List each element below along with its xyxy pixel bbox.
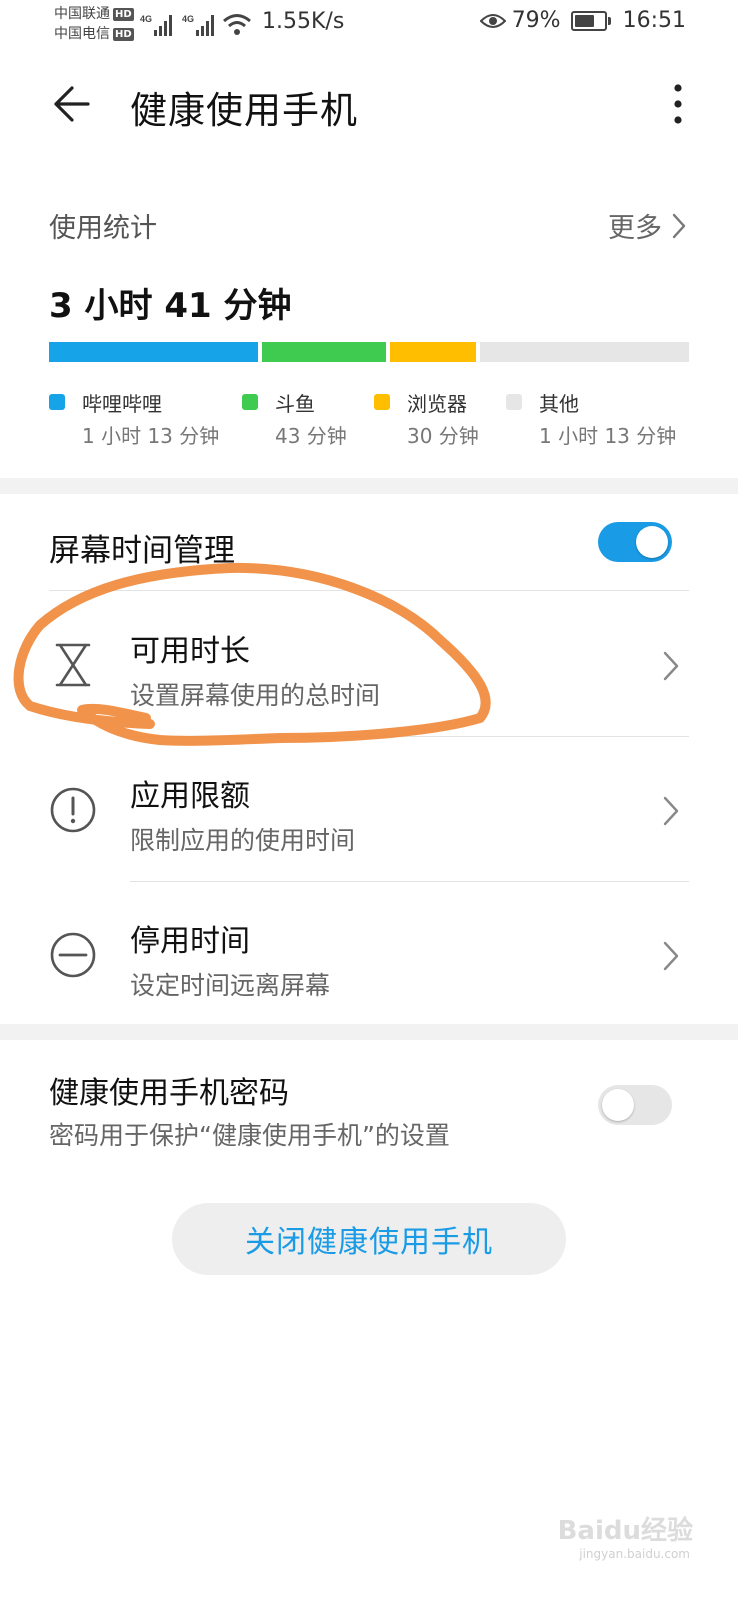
- screen-time-toggle[interactable]: [598, 522, 672, 562]
- item-title: 应用限额: [130, 779, 250, 814]
- legend-app-duration: 43 分钟: [275, 424, 347, 448]
- legend-app-duration: 30 分钟: [407, 424, 479, 448]
- chevron-right-icon: [663, 941, 679, 971]
- legend-app-name: 斗鱼: [275, 392, 315, 416]
- network-speed: 1.55K/s: [262, 9, 345, 34]
- chevron-right-icon: [672, 213, 686, 238]
- item-subtitle: 设定时间远离屏幕: [130, 971, 331, 1000]
- hd-badge: HD: [113, 7, 134, 21]
- list-item-downtime[interactable]: 停用时间 设定时间远离屏幕: [0, 882, 738, 1027]
- hd-badge: HD: [113, 27, 134, 41]
- legend-app-name: 浏览器: [407, 392, 467, 416]
- arrow-left-icon[interactable]: [52, 82, 92, 126]
- svg-text:4G: 4G: [140, 14, 152, 24]
- hourglass-icon: [55, 643, 91, 687]
- usage-bar-segment: [49, 342, 259, 362]
- total-usage-time: 3 小时 41 分钟: [49, 286, 292, 326]
- close-healthy-usage-button[interactable]: 关闭健康使用手机: [172, 1203, 566, 1275]
- toggle-knob: [636, 526, 668, 558]
- usage-bar-segment: [479, 342, 689, 362]
- clock: 16:51: [622, 8, 686, 33]
- cell-signal-icon: 4G: [182, 14, 214, 36]
- password-subtitle: 密码用于保护“健康使用手机”的设置: [49, 1121, 450, 1150]
- usage-more-link[interactable]: 更多: [608, 206, 686, 245]
- legend-color-dot: [374, 394, 390, 410]
- password-title: 健康使用手机密码: [49, 1076, 289, 1111]
- password-toggle[interactable]: [598, 1085, 672, 1125]
- divider-line: [49, 590, 689, 591]
- chevron-right-icon: [663, 651, 679, 681]
- legend-color-dot: [49, 394, 65, 410]
- item-subtitle: 限制应用的使用时间: [130, 826, 356, 855]
- legend-app-duration: 1 小时 13 分钟: [82, 424, 220, 448]
- watermark-logo: Baidu经验: [557, 1516, 693, 1546]
- more-label: 更多: [608, 213, 662, 244]
- legend-app-duration: 1 小时 13 分钟: [539, 424, 677, 448]
- battery-icon: [570, 10, 611, 31]
- chevron-right-icon: [663, 796, 679, 826]
- minus-circle-icon: [50, 932, 96, 978]
- cell-signal-icon: 4G: [140, 14, 172, 36]
- eye-icon: [479, 13, 506, 28]
- legend-app-name: 哔哩哔哩: [82, 392, 162, 416]
- legend-app-name: 其他: [539, 392, 579, 416]
- list-item-usage-duration[interactable]: 可用时长 设置屏幕使用的总时间: [0, 592, 738, 737]
- item-subtitle: 设置屏幕使用的总时间: [130, 681, 381, 710]
- more-vert-icon[interactable]: [668, 82, 688, 126]
- item-title: 停用时间: [130, 924, 250, 959]
- svg-text:4G: 4G: [182, 14, 194, 24]
- battery-percent: 79%: [511, 8, 561, 33]
- status-bar: 中国联通 HD 中国电信 HD 4G 4G 1.55K/s 79% 16:51: [0, 0, 738, 50]
- page-title: 健康使用手机: [130, 89, 358, 132]
- legend-color-dot: [506, 394, 522, 410]
- exclamation-circle-icon: [50, 787, 96, 833]
- usage-bar-segment: [262, 342, 386, 362]
- carrier-2: 中国电信: [54, 26, 110, 42]
- section-divider: [0, 478, 738, 494]
- section-divider: [0, 1024, 738, 1040]
- legend-color-dot: [242, 394, 258, 410]
- app-bar: 健康使用手机: [0, 60, 738, 150]
- usage-bar-segment: [389, 342, 476, 362]
- wifi-icon: [223, 14, 251, 35]
- carrier-info: 中国联通 HD 中国电信 HD: [54, 4, 134, 44]
- usage-stats-label: 使用统计: [49, 213, 157, 244]
- item-title: 可用时长: [130, 634, 250, 669]
- watermark-site: jingyan.baidu.com: [579, 1547, 690, 1561]
- status-right: 79% 16:51: [479, 8, 686, 33]
- list-item-app-limits[interactable]: 应用限额 限制应用的使用时间: [0, 737, 738, 882]
- carrier-1: 中国联通: [54, 6, 110, 22]
- screen-time-title: 屏幕时间管理: [49, 533, 235, 569]
- usage-bar: [49, 342, 689, 362]
- toggle-knob: [602, 1089, 634, 1121]
